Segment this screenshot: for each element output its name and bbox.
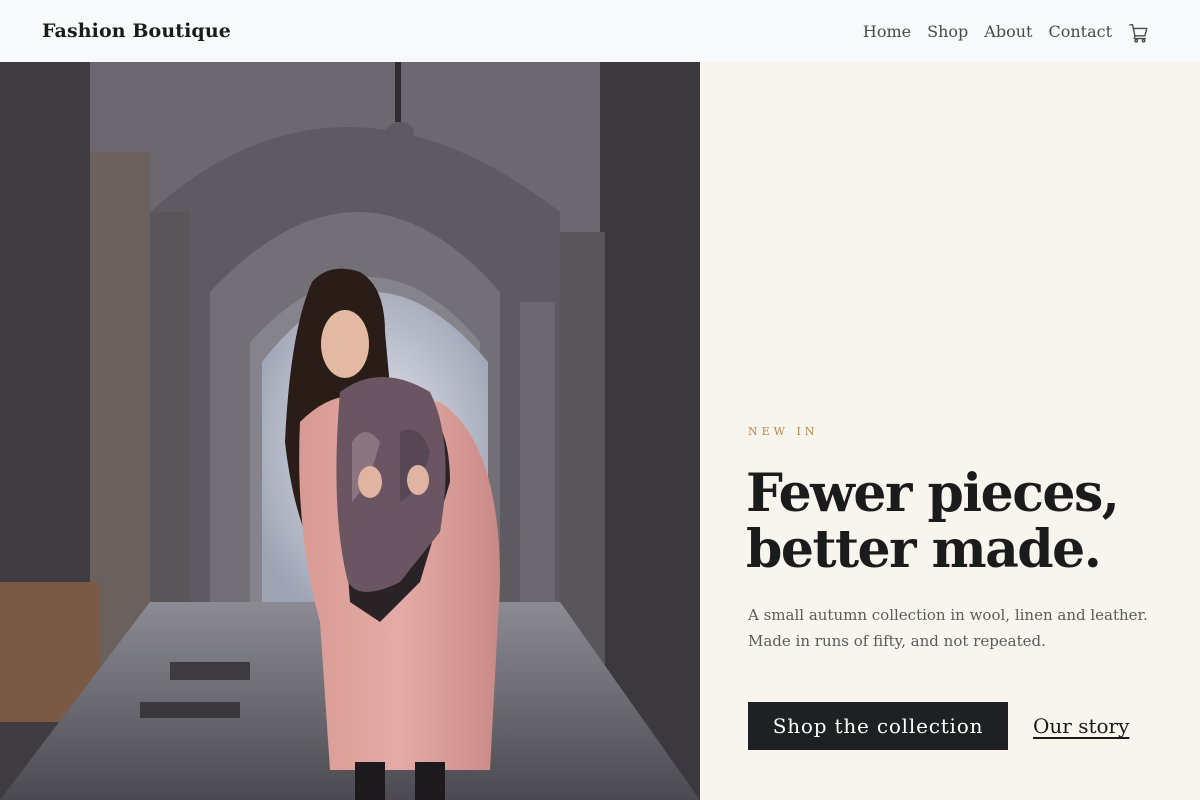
nav-contact[interactable]: Contact bbox=[1048, 22, 1112, 41]
brand-logo[interactable]: Fashion Boutique bbox=[42, 20, 231, 42]
nav-about[interactable]: About bbox=[984, 22, 1032, 41]
hero-headline: Fewer pieces, better made. bbox=[746, 466, 1186, 578]
hero-eyebrow: NEW IN bbox=[748, 425, 819, 438]
nav-home[interactable]: Home bbox=[863, 22, 911, 41]
headline-line-1: Fewer pieces, bbox=[746, 463, 1120, 524]
shopping-cart-icon[interactable] bbox=[1128, 22, 1150, 44]
shop-collection-button[interactable]: Shop the collection bbox=[748, 702, 1008, 750]
hero-image bbox=[0, 62, 700, 800]
headline-line-2: better made. bbox=[746, 519, 1102, 580]
site-header: Fashion Boutique Home Shop About Contact bbox=[0, 0, 1200, 62]
nav-shop[interactable]: Shop bbox=[927, 22, 968, 41]
our-story-link[interactable]: Our story bbox=[1033, 714, 1129, 738]
hero-copy: NEW IN Fewer pieces, better made. A smal… bbox=[700, 62, 1200, 800]
main-nav: Home Shop About Contact bbox=[863, 18, 1158, 44]
hero-description: A small autumn collection in wool, linen… bbox=[748, 606, 1148, 650]
